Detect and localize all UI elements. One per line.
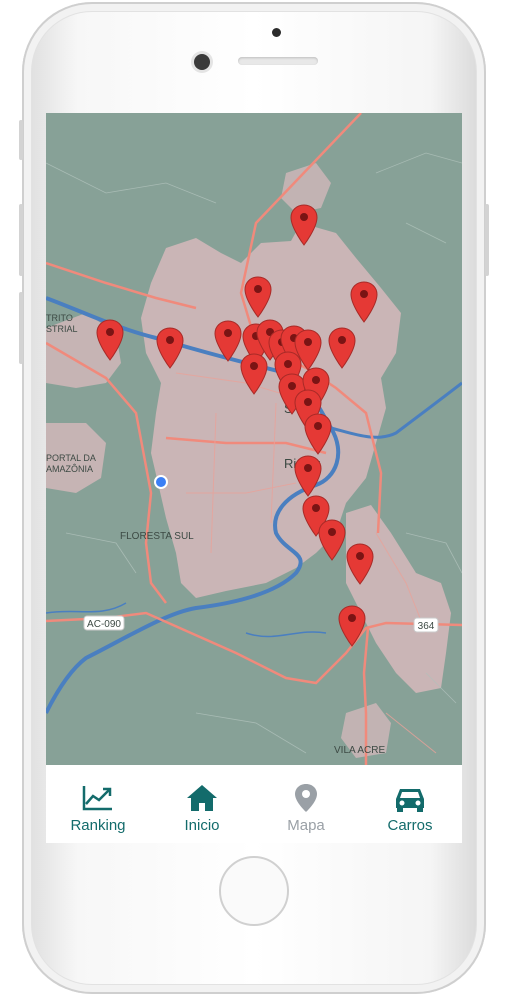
road-label-ac090: AC-090: [87, 619, 121, 630]
map-marker-icon: [295, 784, 317, 812]
silent-switch: [19, 120, 23, 160]
district-label: FLORESTA SUL: [120, 531, 194, 542]
nav-mapa[interactable]: Mapa: [254, 765, 358, 843]
home-icon: [187, 785, 217, 811]
power-button: [485, 204, 489, 276]
nav-carros[interactable]: Carros: [358, 765, 462, 843]
map-pin-icon[interactable]: [214, 320, 242, 362]
nav-carros-label: Carros: [387, 817, 433, 834]
district-label: AMAZÔNIA: [46, 464, 93, 474]
map-pin-icon[interactable]: [350, 281, 378, 323]
district-label: STRIAL: [46, 324, 78, 334]
earpiece-speaker: [238, 57, 318, 65]
app-screen: AC-090 364 Rio Br S FLORESTA SUL VILA AC…: [46, 113, 462, 843]
trending-up-icon: [82, 786, 112, 811]
district-label: VILA ACRE: [334, 745, 385, 756]
map-pin-icon[interactable]: [328, 327, 356, 369]
map-pin-icon[interactable]: [338, 605, 366, 647]
bottom-navigation: Ranking Inicio Mapa Carros: [46, 765, 462, 843]
nav-mapa-label: Mapa: [287, 817, 325, 834]
map-pin-icon[interactable]: [304, 413, 332, 455]
volume-up-button: [19, 204, 23, 276]
map-pin-icon[interactable]: [96, 319, 124, 361]
map-pin-icon[interactable]: [240, 353, 268, 395]
nav-inicio-label: Inicio: [184, 817, 220, 834]
nav-ranking-label: Ranking: [70, 817, 126, 834]
road-label-364: 364: [418, 621, 435, 632]
map-pin-icon[interactable]: [156, 327, 184, 369]
map-pin-icon[interactable]: [244, 276, 272, 318]
nav-inicio[interactable]: Inicio: [150, 765, 254, 843]
front-camera: [194, 54, 210, 70]
proximity-sensor: [272, 28, 281, 37]
volume-down-button: [19, 292, 23, 364]
map-pin-icon[interactable]: [290, 204, 318, 246]
map-pin-icon[interactable]: [346, 543, 374, 585]
map-view[interactable]: AC-090 364 Rio Br S FLORESTA SUL VILA AC…: [46, 113, 462, 765]
map-pin-icon[interactable]: [294, 455, 322, 497]
nav-ranking[interactable]: Ranking: [46, 765, 150, 843]
map-pin-icon[interactable]: [318, 519, 346, 561]
user-location-dot: [154, 475, 168, 489]
car-icon: [396, 789, 424, 812]
district-label: TRITO: [46, 313, 73, 323]
district-label: PORTAL DA: [46, 453, 96, 463]
home-button[interactable]: [219, 856, 289, 926]
